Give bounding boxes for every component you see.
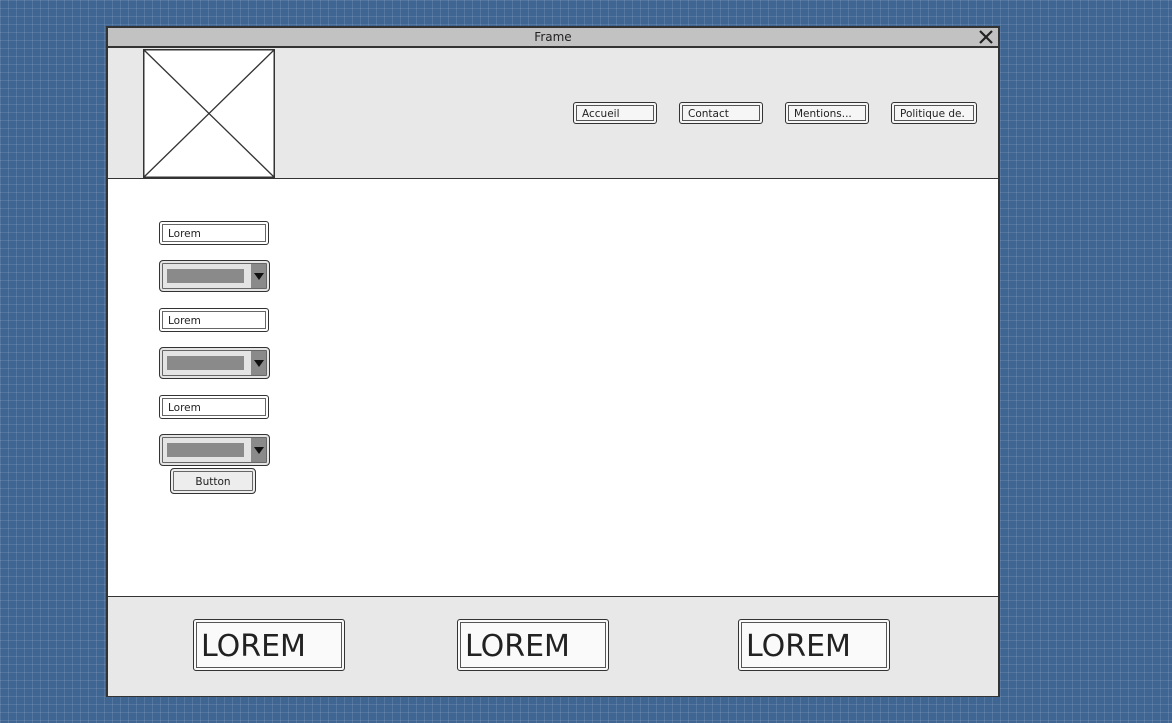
- nav-mentions-button[interactable]: Mentions...: [785, 102, 869, 124]
- close-icon[interactable]: [977, 28, 995, 46]
- text-field-1[interactable]: Lorem: [159, 221, 269, 245]
- text-field-2[interactable]: Lorem: [159, 308, 269, 332]
- footer-item-1: LOREM: [193, 619, 345, 671]
- dropdown-2[interactable]: [159, 347, 270, 379]
- dropdown-value-placeholder: [167, 443, 244, 457]
- footer-item-3: LOREM: [738, 619, 890, 671]
- frame-window: Frame Accueil Contact Mentions... Politi…: [106, 26, 1000, 697]
- dropdown-1[interactable]: [159, 260, 270, 292]
- nav-accueil-button[interactable]: Accueil: [573, 102, 657, 124]
- nav-politique-button[interactable]: Politique de.: [891, 102, 977, 124]
- footer-item-2: LOREM: [457, 619, 609, 671]
- image-placeholder-icon: [143, 49, 275, 178]
- footer: LOREM LOREM LOREM: [108, 596, 998, 696]
- header: Accueil Contact Mentions... Politique de…: [108, 48, 998, 179]
- window-titlebar: Frame: [108, 28, 998, 48]
- window-title: Frame: [534, 30, 572, 44]
- chevron-down-icon[interactable]: [251, 351, 266, 375]
- dropdown-3[interactable]: [159, 434, 270, 466]
- chevron-down-icon[interactable]: [251, 438, 266, 462]
- submit-button[interactable]: Button: [170, 468, 256, 494]
- dropdown-value-placeholder: [167, 356, 244, 370]
- dropdown-value-placeholder: [167, 269, 244, 283]
- text-field-3[interactable]: Lorem: [159, 395, 269, 419]
- nav-contact-button[interactable]: Contact: [679, 102, 763, 124]
- chevron-down-icon[interactable]: [251, 264, 266, 288]
